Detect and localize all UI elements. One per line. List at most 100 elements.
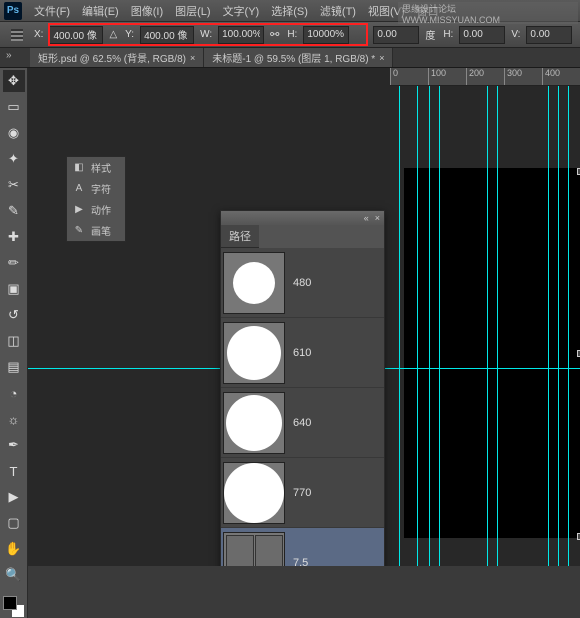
x-label: X: xyxy=(34,29,43,40)
menu-layer[interactable]: 图层(L) xyxy=(169,3,216,19)
menu-edit[interactable]: 编辑(E) xyxy=(76,3,125,19)
path-thumb xyxy=(223,322,285,384)
close-icon[interactable]: × xyxy=(375,213,380,223)
lasso-tool-icon[interactable]: ◉ xyxy=(3,122,25,144)
tab-doc-2[interactable]: 未标题-1 @ 59.5% (图层 1, RGB/8) * × xyxy=(204,48,393,67)
path-row[interactable]: 610 xyxy=(221,318,384,388)
h-input[interactable] xyxy=(303,26,349,44)
close-icon[interactable]: × xyxy=(190,53,195,63)
eraser-tool-icon[interactable]: ◫ xyxy=(3,330,25,352)
y-input[interactable] xyxy=(140,26,194,44)
collapse-icon[interactable]: « xyxy=(364,213,369,223)
character-icon: A xyxy=(72,183,86,194)
h2-label: H: xyxy=(443,29,453,40)
panel-header[interactable]: « × xyxy=(221,211,384,225)
eyedropper-icon[interactable]: ✎ xyxy=(3,200,25,222)
menu-type[interactable]: 文字(Y) xyxy=(217,3,266,19)
blur-tool-icon[interactable]: ◔ xyxy=(3,382,25,404)
pen-tool-icon[interactable]: ✒ xyxy=(3,434,25,456)
toolbox: ✥ ▭ ◉ ✦ ✂ ✎ ✚ ✏ ▣ ↺ ◫ ▤ ◔ ☼ ✒ T ▶ ▢ ✋ 🔍 xyxy=(0,68,28,618)
guide-vertical[interactable] xyxy=(548,86,549,566)
color-swatches[interactable] xyxy=(3,596,25,618)
history-brush-icon[interactable]: ↺ xyxy=(3,304,25,326)
document-canvas[interactable] xyxy=(404,168,580,538)
v-input[interactable] xyxy=(526,26,572,44)
type-tool-icon[interactable]: T xyxy=(3,460,25,482)
zoom-tool-icon[interactable]: 🔍 xyxy=(3,564,25,586)
paths-tab[interactable]: 路径 xyxy=(221,225,259,248)
guide-vertical[interactable] xyxy=(497,86,498,566)
delta-icon: △ xyxy=(109,29,117,40)
options-bar: X: △ Y: W: H: 度 H: V: xyxy=(0,22,580,48)
w-label: W: xyxy=(200,29,212,40)
path-row[interactable]: 640 xyxy=(221,388,384,458)
path-row[interactable]: 770 xyxy=(221,458,384,528)
dodge-tool-icon[interactable]: ☼ xyxy=(3,408,25,430)
circle-icon xyxy=(227,326,281,380)
angle-input[interactable] xyxy=(373,26,419,44)
canvas-area[interactable]: 0 100 200 300 400 ◧样式 A字符 ▶动作 ✎画笔 « × 路径 xyxy=(28,68,580,566)
styles-icon: ◧ xyxy=(72,162,86,173)
h2-input[interactable] xyxy=(459,26,505,44)
character-row[interactable]: A字符 xyxy=(67,178,125,199)
tab-doc-1[interactable]: 矩形.psd @ 62.5% (背景, RGB/8) × xyxy=(30,48,204,67)
rects-icon xyxy=(226,535,283,567)
gradient-tool-icon[interactable]: ▤ xyxy=(3,356,25,378)
path-select-icon[interactable]: ▶ xyxy=(3,486,25,508)
ruler-tick: 200 xyxy=(466,68,504,85)
guide-vertical[interactable] xyxy=(439,86,440,566)
path-thumb xyxy=(223,532,285,567)
brushes-row[interactable]: ✎ 画笔 xyxy=(67,220,125,241)
path-label: 610 xyxy=(293,347,311,359)
path-row[interactable]: 480 xyxy=(221,248,384,318)
guide-vertical[interactable] xyxy=(568,86,569,566)
hand-tool-icon[interactable]: ✋ xyxy=(3,538,25,560)
guide-vertical[interactable] xyxy=(417,86,418,566)
stamp-tool-icon[interactable]: ▣ xyxy=(3,278,25,300)
styles-row[interactable]: ◧ 样式 xyxy=(67,157,125,178)
guide-vertical[interactable] xyxy=(487,86,488,566)
wand-tool-icon[interactable]: ✦ xyxy=(3,148,25,170)
menu-select[interactable]: 选择(S) xyxy=(265,3,314,19)
brushes-icon: ✎ xyxy=(72,225,86,236)
actions-label: 动作 xyxy=(91,202,111,217)
x-input[interactable] xyxy=(49,26,103,44)
h-label: H: xyxy=(287,29,297,40)
path-row-selected[interactable]: 7.5 xyxy=(221,528,384,566)
brush-tool-icon[interactable]: ✏ xyxy=(3,252,25,274)
path-label: 7.5 xyxy=(293,557,308,567)
mini-panel[interactable]: ◧ 样式 A字符 ▶ 动作 ✎ 画笔 xyxy=(66,156,126,242)
guide-vertical[interactable] xyxy=(429,86,430,566)
move-tool-icon[interactable]: ✥ xyxy=(3,70,25,92)
path-label: 640 xyxy=(293,417,311,429)
w-input[interactable] xyxy=(218,26,264,44)
fg-color-swatch[interactable] xyxy=(3,596,17,610)
paths-panel[interactable]: « × 路径 480 610 640 770 7.5 xyxy=(220,210,385,566)
guide-vertical[interactable] xyxy=(399,86,400,566)
circle-icon xyxy=(224,463,284,523)
actions-icon: ▶ xyxy=(72,204,86,215)
crop-tool-icon[interactable]: ✂ xyxy=(3,174,25,196)
marquee-tool-icon[interactable]: ▭ xyxy=(3,96,25,118)
document-tabs: » 矩形.psd @ 62.5% (背景, RGB/8) × 未标题-1 @ 5… xyxy=(0,48,580,68)
menu-file[interactable]: 文件(F) xyxy=(28,3,76,19)
circle-icon xyxy=(233,262,275,304)
guide-vertical[interactable] xyxy=(558,86,559,566)
paths-list: 480 610 640 770 7.5 xyxy=(221,248,384,566)
v-label: V: xyxy=(511,29,520,40)
ruler-tick: 100 xyxy=(428,68,466,85)
menu-filter[interactable]: 滤镜(T) xyxy=(314,3,362,19)
close-icon[interactable]: × xyxy=(379,53,384,63)
link-icon[interactable] xyxy=(270,28,279,41)
actions-row[interactable]: ▶ 动作 xyxy=(67,199,125,220)
styles-label: 样式 xyxy=(91,160,111,175)
heal-tool-icon[interactable]: ✚ xyxy=(3,226,25,248)
menu-image[interactable]: 图像(I) xyxy=(125,3,169,19)
watermark-line1: 思缘设计论坛 xyxy=(398,2,578,15)
ruler-tick: 0 xyxy=(390,68,428,85)
ruler-tick: 300 xyxy=(504,68,542,85)
reference-point-icon[interactable] xyxy=(6,24,28,46)
path-label: 770 xyxy=(293,487,311,499)
shape-tool-icon[interactable]: ▢ xyxy=(3,512,25,534)
brushes-label: 画笔 xyxy=(91,223,111,238)
